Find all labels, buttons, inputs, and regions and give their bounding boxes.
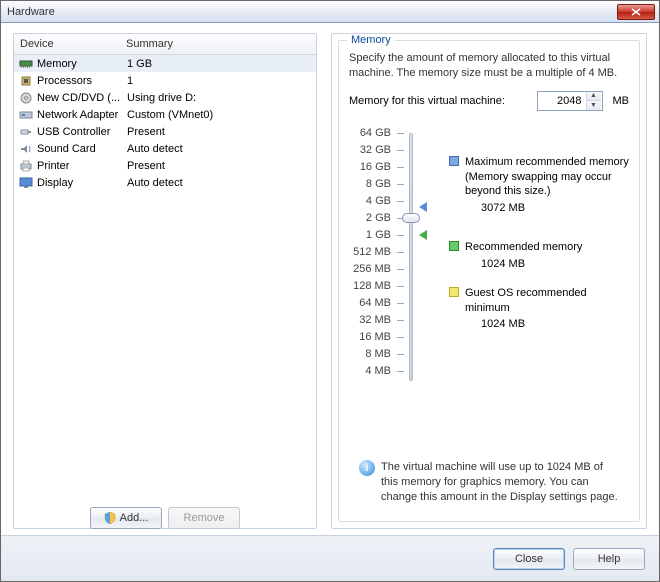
device-summary: 1 <box>125 75 316 87</box>
remove-button[interactable]: Remove <box>168 507 240 529</box>
device-name: Memory <box>37 58 125 70</box>
device-table-header: Device Summary <box>14 34 316 55</box>
square-green-icon <box>449 241 459 251</box>
device-name: New CD/DVD (... <box>37 92 125 104</box>
tick-label: 32 GB <box>360 144 391 156</box>
legend-rec-label: Recommended memory <box>465 240 582 255</box>
device-row[interactable]: Network AdapterCustom (VMnet0) <box>14 106 316 123</box>
max-marker-icon <box>419 202 427 212</box>
tick-label: 16 MB <box>359 331 391 343</box>
close-icon <box>631 8 641 16</box>
memory-slider-thumb[interactable] <box>402 213 420 223</box>
device-row[interactable]: PrinterPresent <box>14 157 316 174</box>
device-row[interactable]: New CD/DVD (...Using drive D: <box>14 89 316 106</box>
memory-input-label: Memory for this virtual machine: <box>349 95 505 107</box>
nic-icon <box>18 108 34 122</box>
tick-label: 4 MB <box>365 365 391 377</box>
tick-label: 128 MB <box>353 280 391 292</box>
device-summary: Present <box>125 160 316 172</box>
legend-rec: Recommended memory 1024 MB <box>449 240 629 272</box>
device-name: Display <box>37 177 125 189</box>
close-button[interactable]: Close <box>493 548 565 570</box>
info-icon: i <box>359 460 375 476</box>
sound-icon <box>18 142 34 156</box>
spin-down-icon[interactable]: ▼ <box>587 101 601 110</box>
usb-icon <box>18 125 34 139</box>
device-row[interactable]: DisplayAuto detect <box>14 174 316 191</box>
legend-min: Guest OS recommended minimum 1024 MB <box>449 286 629 333</box>
device-summary: 1 GB <box>125 58 316 70</box>
legend-min-value: 1024 MB <box>481 317 629 332</box>
device-summary: Custom (VMnet0) <box>125 109 316 121</box>
memory-spinbox[interactable]: ▲ ▼ <box>537 91 603 111</box>
tick-label: 64 GB <box>360 127 391 139</box>
device-row[interactable]: USB ControllerPresent <box>14 123 316 140</box>
header-summary[interactable]: Summary <box>124 38 316 50</box>
device-row[interactable]: Processors1 <box>14 72 316 89</box>
device-summary: Auto detect <box>125 143 316 155</box>
tick-label: 8 GB <box>366 178 391 190</box>
memory-panel: Memory Specify the amount of memory allo… <box>331 33 647 529</box>
memory-group-label: Memory <box>347 34 395 46</box>
rec-marker-icon <box>419 230 427 240</box>
legend-max: Maximum recommended memory (Memory swapp… <box>449 155 629 216</box>
device-row[interactable]: Memory1 GB <box>14 55 316 72</box>
device-row[interactable]: Sound CardAuto detect <box>14 140 316 157</box>
device-name: Sound Card <box>37 143 125 155</box>
tick-label: 1 GB <box>366 229 391 241</box>
memory-icon <box>18 57 34 71</box>
device-table-body: Memory1 GBProcessors1New CD/DVD (...Usin… <box>14 55 316 528</box>
spin-up-icon[interactable]: ▲ <box>587 92 601 102</box>
memory-spec-text: Specify the amount of memory allocated t… <box>349 51 629 81</box>
tick-label: 16 GB <box>360 161 391 173</box>
device-list-panel: Device Summary Memory1 GBProcessors1New … <box>13 33 317 529</box>
device-name: Processors <box>37 75 125 87</box>
cd-icon <box>18 91 34 105</box>
tick-label: 8 MB <box>365 348 391 360</box>
legend-max-value: 3072 MB <box>481 201 629 216</box>
display-icon <box>18 176 34 190</box>
device-summary: Present <box>125 126 316 138</box>
window-close-button[interactable] <box>617 4 655 20</box>
add-button-label: Add... <box>120 512 149 524</box>
tick-label: 64 MB <box>359 297 391 309</box>
legend-min-label: Guest OS recommended minimum <box>465 286 629 316</box>
printer-icon <box>18 159 34 173</box>
legend-max-note: (Memory swapping may occur beyond this s… <box>465 170 629 200</box>
legend-max-label: Maximum recommended memory <box>465 155 629 170</box>
cpu-icon <box>18 74 34 88</box>
memory-input[interactable] <box>538 92 586 110</box>
device-name: Printer <box>37 160 125 172</box>
legend-rec-value: 1024 MB <box>481 257 582 272</box>
memory-info-text: The virtual machine will use up to 1024 … <box>381 460 619 505</box>
square-yellow-icon <box>449 287 459 297</box>
device-name: USB Controller <box>37 126 125 138</box>
shield-icon <box>104 512 116 524</box>
square-blue-icon <box>449 156 459 166</box>
dialog-bottom-bar: Close Help <box>1 535 659 581</box>
tick-label: 4 GB <box>366 195 391 207</box>
tick-label: 512 MB <box>353 246 391 258</box>
device-summary: Auto detect <box>125 177 316 189</box>
add-button[interactable]: Add... <box>90 507 162 529</box>
device-name: Network Adapter <box>37 109 125 121</box>
tick-label: 2 GB <box>366 212 391 224</box>
tick-label: 256 MB <box>353 263 391 275</box>
memory-slider-track[interactable] <box>409 133 413 381</box>
tick-label: 32 MB <box>359 314 391 326</box>
window-title: Hardware <box>7 6 617 18</box>
memory-unit: MB <box>613 95 630 107</box>
memory-slider-area: 64 GB 32 GB 16 GB 8 GB 4 GB 2 GB 1 GB 512 MB 256… <box>349 127 629 387</box>
remove-button-label: Remove <box>184 512 225 524</box>
help-button[interactable]: Help <box>573 548 645 570</box>
header-device[interactable]: Device <box>14 38 124 50</box>
titlebar: Hardware <box>1 1 659 23</box>
device-summary: Using drive D: <box>125 92 316 104</box>
